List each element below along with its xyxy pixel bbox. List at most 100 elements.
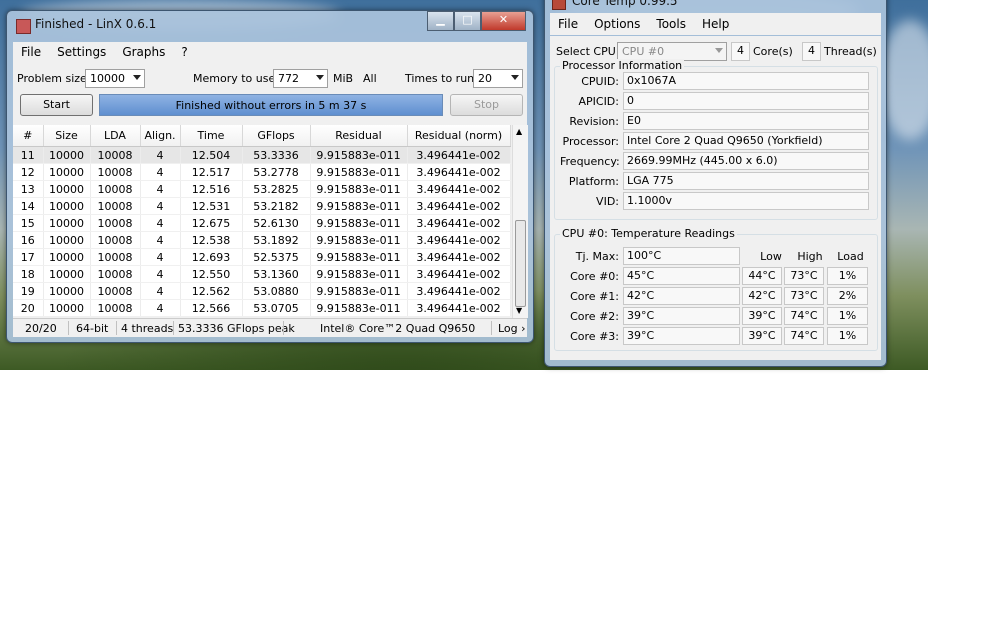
table-row[interactable]: 20 10000 10008 4 12.566 53.0705 9.915883e-011 3…	[13, 299, 511, 317]
table-cell: 4	[140, 163, 181, 181]
table-row[interactable]: 11 10000 10008 4 12.504 53.3336 9.915883e-011 3…	[13, 146, 511, 164]
memory-all-link[interactable]: All	[363, 72, 377, 85]
core-low: 39°C	[742, 307, 782, 325]
menu-help[interactable]: Help	[694, 17, 737, 31]
table-cell: 10008	[90, 248, 141, 266]
table-row[interactable]: 15 10000 10008 4 12.675 52.6130 9.915883e-011 3…	[13, 214, 511, 232]
col-gflops[interactable]: GFlops	[242, 125, 311, 147]
table-cell: 12.562	[180, 282, 243, 300]
info-value: LGA 775	[623, 172, 869, 190]
scroll-down-icon[interactable]: ▼	[516, 306, 522, 315]
info-value: 1.1000v	[623, 192, 869, 210]
minimize-button[interactable]: ▁	[427, 11, 454, 31]
menu-file[interactable]: File	[13, 45, 49, 59]
problem-size-combo[interactable]: 10000	[85, 69, 145, 88]
table-cell: 3.496441e-002	[407, 265, 511, 283]
results-table: # Size LDA Align. Time GFlops Residual R…	[13, 125, 511, 317]
core-temp: 42°C	[623, 287, 740, 305]
col-residual-norm[interactable]: Residual (norm)	[407, 125, 511, 147]
core-low: 39°C	[742, 327, 782, 345]
processor-info-title: Processor Information	[560, 59, 685, 72]
table-cell: 9.915883e-011	[310, 180, 408, 198]
table-cell: 9.915883e-011	[310, 163, 408, 181]
table-cell: 10000	[43, 146, 91, 164]
table-row[interactable]: 12 10000 10008 4 12.517 53.2778 9.915883e-011 3…	[13, 163, 511, 181]
menu-file[interactable]: File	[550, 17, 586, 31]
thread-count-label: Thread(s)	[824, 45, 877, 58]
table-cell: 10008	[90, 197, 141, 215]
table-row[interactable]: 14 10000 10008 4 12.531 53.2182 9.915883e-011 3…	[13, 197, 511, 215]
table-cell: 9.915883e-011	[310, 197, 408, 215]
memory-unit: MiB	[333, 72, 354, 85]
table-cell: 10008	[90, 163, 141, 181]
core-count: 4	[731, 42, 750, 61]
table-row[interactable]: 17 10000 10008 4 12.693 52.5375 9.915883e-011 3…	[13, 248, 511, 266]
col-residual[interactable]: Residual	[310, 125, 408, 147]
coretemp-client: Select CPU: CPU #0 4 Core(s) 4 Thread(s)…	[550, 36, 881, 360]
scroll-up-icon[interactable]: ▲	[516, 127, 522, 136]
col-time[interactable]: Time	[180, 125, 243, 147]
col-lda[interactable]: LDA	[90, 125, 141, 147]
table-cell: 53.1892	[242, 231, 311, 249]
table-row[interactable]: 18 10000 10008 4 12.550 53.1360 9.915883e-011 3…	[13, 265, 511, 283]
core-label: Core #1:	[570, 290, 619, 303]
coretemp-titlebar[interactable]: Core Temp 0.99.5	[545, 0, 886, 13]
memory-combo[interactable]: 772	[273, 69, 328, 88]
table-cell: 53.2182	[242, 197, 311, 215]
table-cell: 10000	[43, 214, 91, 232]
table-cell: 19	[13, 282, 44, 300]
menu-tools[interactable]: Tools	[648, 17, 694, 31]
problem-size-value: 10000	[90, 72, 125, 85]
table-cell: 3.496441e-002	[407, 231, 511, 249]
table-row[interactable]: 13 10000 10008 4 12.516 53.2825 9.915883e-011 3…	[13, 180, 511, 198]
results-scrollbar[interactable]: ▲ ▼	[512, 125, 528, 318]
core-label: Core #2:	[570, 310, 619, 323]
col-align[interactable]: Align.	[140, 125, 181, 147]
table-cell: 53.2825	[242, 180, 311, 198]
menu-help[interactable]: ?	[173, 45, 195, 59]
coretemp-window: Core Temp 0.99.5 File Options Tools Help…	[544, 0, 887, 367]
coretemp-app-icon	[552, 0, 566, 10]
log-button[interactable]: Log ›	[498, 322, 526, 335]
table-row[interactable]: 19 10000 10008 4 12.562 53.0880 9.915883e-011 3…	[13, 282, 511, 300]
info-label: VID:	[596, 195, 619, 208]
status-progress: 20/20	[25, 322, 57, 335]
table-cell: 3.496441e-002	[407, 299, 511, 317]
core-load: 1%	[827, 267, 868, 285]
table-cell: 9.915883e-011	[310, 248, 408, 266]
maximize-button[interactable]: □	[454, 11, 481, 31]
low-header: Low	[760, 250, 782, 263]
table-cell: 12.517	[180, 163, 243, 181]
chevron-down-icon	[133, 75, 141, 80]
core-high: 74°C	[784, 327, 824, 345]
menu-graphs[interactable]: Graphs	[114, 45, 173, 59]
menu-settings[interactable]: Settings	[49, 45, 114, 59]
table-cell: 12.538	[180, 231, 243, 249]
memory-value: 772	[278, 72, 299, 85]
table-cell: 9.915883e-011	[310, 299, 408, 317]
table-row[interactable]: 16 10000 10008 4 12.538 53.1892 9.915883e-011 3…	[13, 231, 511, 249]
scroll-thumb[interactable]	[515, 220, 526, 307]
linx-titlebar[interactable]: Finished - LinX 0.6.1 ▁ □ ✕	[7, 11, 533, 39]
linx-window-title: Finished - LinX 0.6.1	[35, 17, 157, 31]
close-icon: ✕	[498, 13, 509, 26]
menu-options[interactable]: Options	[586, 17, 648, 31]
info-label: CPUID:	[581, 75, 619, 88]
core-temp: 45°C	[623, 267, 740, 285]
info-value: Intel Core 2 Quad Q9650 (Yorkfield)	[623, 132, 869, 150]
close-button[interactable]: ✕	[481, 11, 526, 31]
coretemp-menubar: File Options Tools Help	[550, 13, 881, 35]
core-temp: 39°C	[623, 327, 740, 345]
col-index[interactable]: #	[13, 125, 44, 147]
stop-button[interactable]: Stop	[450, 94, 523, 116]
table-cell: 10008	[90, 299, 141, 317]
table-cell: 4	[140, 214, 181, 232]
table-cell: 3.496441e-002	[407, 214, 511, 232]
times-combo[interactable]: 20	[473, 69, 523, 88]
minimize-icon: ▁	[436, 13, 445, 26]
table-cell: 10000	[43, 163, 91, 181]
table-cell: 52.5375	[242, 248, 311, 266]
table-cell: 3.496441e-002	[407, 163, 511, 181]
col-size[interactable]: Size	[43, 125, 91, 147]
start-button[interactable]: Start	[20, 94, 93, 116]
